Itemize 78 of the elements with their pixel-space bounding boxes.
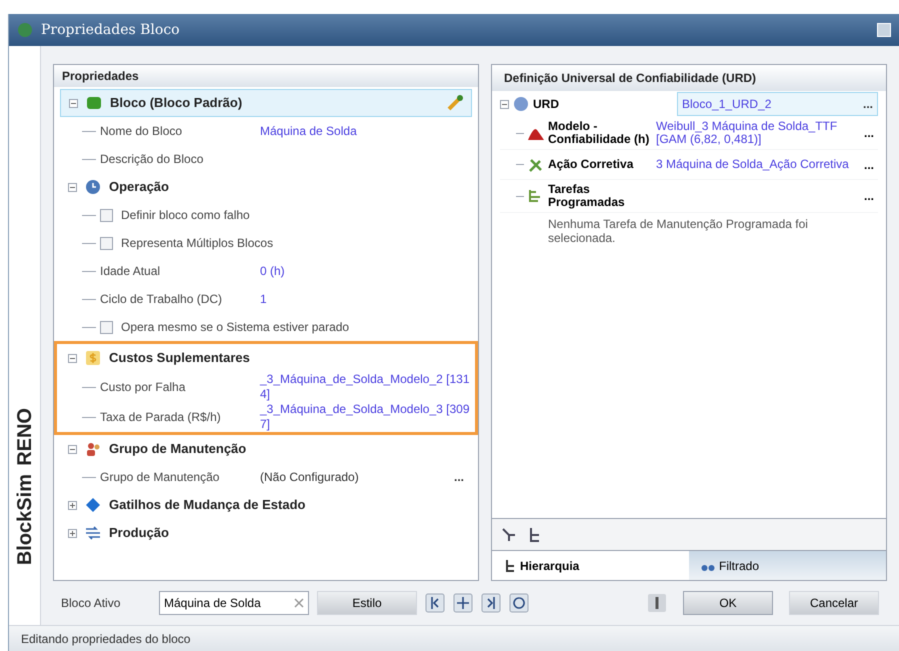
brand-product: BlockSim xyxy=(12,474,36,565)
app-icon xyxy=(17,22,33,38)
group-title: Bloco (Bloco Padrão) xyxy=(110,94,244,112)
group-title: Operação xyxy=(109,178,170,196)
property-label: Custo por Falha xyxy=(100,379,186,396)
group-title: Grupo de Manutenção xyxy=(109,440,248,458)
expand-icon[interactable] xyxy=(68,528,77,538)
ellipsis-button[interactable]: ... xyxy=(446,468,472,486)
cube-icon xyxy=(86,95,102,111)
collapse-icon[interactable] xyxy=(68,182,77,192)
checkbox[interactable] xyxy=(100,320,113,334)
tab[interactable]: Filtrado xyxy=(689,551,886,580)
property-value[interactable]: (Não Configurado) xyxy=(260,470,446,484)
align-center-icon[interactable] xyxy=(453,593,473,614)
urd-item-label: Modelo - Confiabilidade (h) xyxy=(548,120,650,146)
checkbox-label: Representa Múltiplos Blocos xyxy=(121,235,274,252)
group-header[interactable]: Gatilhos de Mudança de Estado xyxy=(60,491,472,519)
checkbox[interactable] xyxy=(100,208,113,222)
property-label: Ciclo de Trabalho (DC) xyxy=(100,291,224,308)
expand-icon[interactable] xyxy=(68,500,77,510)
active-block-label: Bloco Ativo xyxy=(61,595,122,612)
collapse-icon[interactable] xyxy=(68,444,77,454)
align-left-icon[interactable] xyxy=(425,593,445,614)
tree-add-icon[interactable] xyxy=(500,526,518,544)
urd-label: URD xyxy=(533,96,560,113)
ellipsis-button[interactable]: ... xyxy=(860,187,878,205)
cancel-button[interactable]: Cancelar xyxy=(789,591,879,616)
flow-icon xyxy=(85,525,101,541)
group-title: Custos Suplementares xyxy=(109,349,251,368)
window-title: Propriedades Bloco xyxy=(41,20,181,40)
group-header[interactable]: Grupo de Manutenção xyxy=(60,435,472,463)
diamond-icon xyxy=(85,497,101,513)
clear-icon[interactable] xyxy=(294,598,304,608)
collapse-icon[interactable] xyxy=(69,98,78,108)
reset-icon[interactable] xyxy=(509,593,529,614)
group-title: Produção xyxy=(109,524,170,542)
property-label: Grupo de Manutenção xyxy=(100,469,220,486)
property-value[interactable]: _3_Máquina_de_Solda_Modelo_3 [3097] xyxy=(260,402,472,432)
people-icon xyxy=(85,441,101,457)
property-label: Descrição do Bloco xyxy=(100,151,204,168)
status-bar: Editando propriedades do bloco xyxy=(9,625,899,651)
property-label: Taxa de Parada (R$/h) xyxy=(100,409,222,426)
property-label: Idade Atual xyxy=(100,263,162,280)
group-header[interactable]: Bloco (Bloco Padrão) xyxy=(60,89,472,117)
tree-icon xyxy=(504,558,516,573)
brand-edition: RENO xyxy=(12,408,36,466)
collapse-icon[interactable] xyxy=(500,100,509,108)
urd-item-value[interactable]: Weibull_3 Máquina de Solda_TTF [GAM (6,82, 0,481)] xyxy=(656,120,856,146)
panel-header: Propriedades xyxy=(54,65,478,87)
property-value[interactable]: Máquina de Solda xyxy=(260,124,472,138)
urd-item-value[interactable]: 3 Máquina de Solda_Ação Corretiva xyxy=(656,158,856,171)
group-header[interactable]: Operação xyxy=(60,173,472,201)
checkbox[interactable] xyxy=(100,236,113,250)
property-value[interactable]: 1 xyxy=(260,292,472,306)
group-title: Gatilhos de Mudança de Estado xyxy=(109,496,306,514)
ellipsis-button[interactable]: ... xyxy=(860,156,878,174)
info-note: Nenhuma Tarefa de Manutenção Programada foi selecionada. xyxy=(547,216,809,245)
align-right-icon[interactable] xyxy=(481,593,501,614)
property-label: Nome do Bloco xyxy=(100,123,184,140)
group-header[interactable]: Produção xyxy=(60,519,472,547)
urd-icon xyxy=(513,96,529,112)
urd-value[interactable]: Bloco_1_URD_2 ... xyxy=(677,92,878,116)
dollar-icon xyxy=(85,350,101,366)
ok-button[interactable]: OK xyxy=(683,591,773,616)
checkbox-label: Opera mesmo se o Sistema estiver parado xyxy=(121,319,350,336)
clock-icon xyxy=(85,179,101,195)
active-block-field[interactable]: Máquina de Solda xyxy=(159,591,309,616)
ellipsis-button[interactable]: ... xyxy=(860,124,878,142)
property-value[interactable]: _3_Máquina_de_Solda_Modelo_2 [1314] xyxy=(260,372,472,402)
panel-header: Definição Universal de Confiabilidade (URD) xyxy=(492,65,886,91)
property-value[interactable]: 0 (h) xyxy=(260,264,472,278)
style-button[interactable]: Estilo xyxy=(317,591,417,616)
urd-item-label: Tarefas Programadas xyxy=(548,183,626,209)
chart-icon xyxy=(528,126,544,140)
urd-item-label: Ação Corretiva xyxy=(548,158,634,171)
group-header[interactable]: Custos Suplementares xyxy=(60,344,472,372)
checkbox-label: Definir bloco como falho xyxy=(121,207,250,224)
collapse-icon[interactable] xyxy=(68,354,77,362)
